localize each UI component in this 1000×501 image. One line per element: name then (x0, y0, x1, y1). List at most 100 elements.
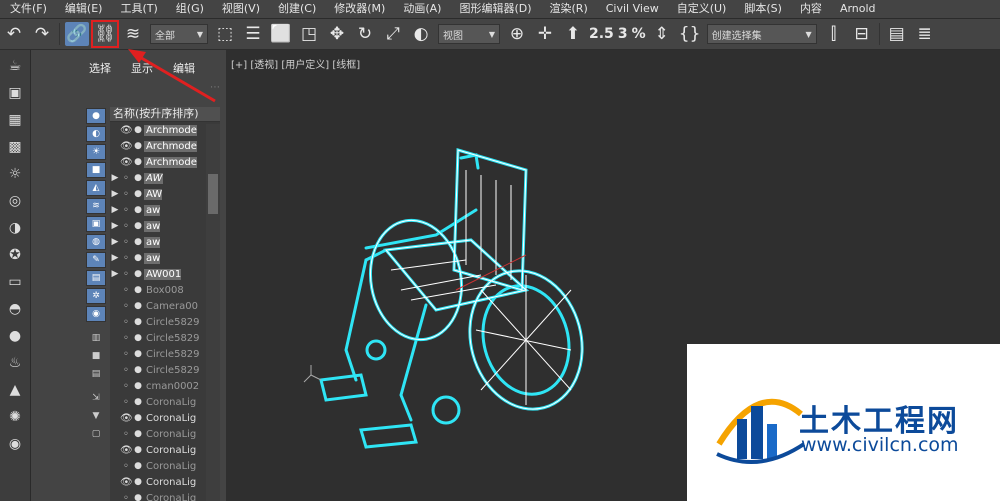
scene-object-row[interactable]: ◦ ● Camera00 (110, 298, 220, 314)
menu-create[interactable]: 创建(C) (268, 0, 324, 18)
visibility-filter-icon[interactable]: ◉ (86, 306, 106, 322)
bulb-icon[interactable]: ♨ (4, 352, 26, 374)
spacewarp-filter-icon[interactable]: ≋ (86, 198, 106, 214)
freeze-dot-icon[interactable]: ● (132, 397, 144, 407)
scene-object-row[interactable]: 👁 ● Archmode (110, 154, 220, 170)
edit-named-selection-icon[interactable]: {} (678, 22, 702, 46)
link-icon[interactable]: 🔗 (65, 22, 89, 46)
render-frame-icon[interactable]: ▣ (4, 82, 26, 104)
expand-arrow-icon[interactable]: ▶ (110, 269, 120, 279)
scene-object-row[interactable]: 👁 ● Archmode (110, 122, 220, 138)
rectangular-selection-icon[interactable]: ⬜ (269, 22, 293, 46)
eye-icon[interactable]: 👁 (120, 125, 133, 136)
freeze-dot-icon[interactable]: ● (132, 285, 144, 295)
group-filter-icon[interactable]: ▣ (86, 216, 106, 232)
light-icon[interactable]: ☼ (4, 163, 26, 185)
particle-filter-icon[interactable]: ✲ (86, 288, 106, 304)
menu-civil-view[interactable]: Civil View (596, 0, 667, 18)
container-filter-icon[interactable]: ▤ (86, 270, 106, 286)
page-icon[interactable]: ▤ (86, 366, 106, 382)
scene-object-row[interactable]: ▶ ◦ ● AW001 (110, 266, 220, 282)
menu-content[interactable]: 内容 (790, 0, 830, 18)
calculator-icon[interactable]: ▦ (4, 109, 26, 131)
rotate-icon[interactable]: ↻ (353, 22, 377, 46)
scene-object-row[interactable]: ▶ ◦ ● aw (110, 202, 220, 218)
scene-object-row[interactable]: ◦ ● cman0002 (110, 378, 220, 394)
tab-display[interactable]: 显示 (131, 60, 153, 76)
scene-object-row[interactable]: 👁 ● CoronaLig (110, 410, 220, 426)
freeze-dot-icon[interactable]: ● (132, 381, 144, 391)
eye-hidden-icon[interactable]: ◦ (120, 317, 132, 328)
select-object-icon[interactable]: ⬚ (213, 22, 237, 46)
eye-hidden-icon[interactable]: ◦ (120, 173, 132, 184)
eye-icon[interactable]: 👁 (120, 141, 133, 152)
sphere-light-icon[interactable]: ● (4, 325, 26, 347)
freeze-dot-icon[interactable]: ● (132, 493, 144, 501)
spot-light-icon[interactable]: ▲ (4, 379, 26, 401)
scene-object-row[interactable]: ◦ ● Circle5829 (110, 330, 220, 346)
scene-object-row[interactable]: ◦ ● CoronaLig (110, 426, 220, 442)
eye-icon[interactable]: 👁 (120, 445, 133, 456)
move-icon[interactable]: ✥ (325, 22, 349, 46)
eye-hidden-icon[interactable]: ◦ (120, 333, 132, 344)
plane-light-icon[interactable]: ▭ (4, 271, 26, 293)
freeze-dot-icon[interactable]: ● (132, 461, 144, 471)
eye-hidden-icon[interactable]: ◦ (120, 221, 132, 232)
window-crossing-icon[interactable]: ◳ (297, 22, 321, 46)
menu-customize[interactable]: 自定义(U) (667, 0, 735, 18)
select-place-icon[interactable]: ◐ (409, 22, 433, 46)
helper-filter-icon[interactable]: ◭ (86, 180, 106, 196)
scene-object-row[interactable]: ◦ ● Circle5829 (110, 314, 220, 330)
snap-toggle-icon[interactable]: 2.5 (589, 22, 614, 46)
spacewarp-icon[interactable]: ✪ (4, 244, 26, 266)
freeze-dot-icon[interactable]: ● (132, 301, 144, 311)
menu-tools[interactable]: 工具(T) (110, 0, 165, 18)
panel-grip-icon[interactable]: ⋯ (210, 82, 220, 93)
eye-hidden-icon[interactable]: ◦ (120, 381, 132, 392)
freeze-dot-icon[interactable]: ● (132, 205, 144, 215)
funnel-icon[interactable]: ▼ (86, 408, 106, 424)
expand-arrow-icon[interactable]: ▶ (110, 205, 120, 215)
freeze-dot-icon[interactable]: ● (132, 237, 144, 247)
select-by-name-icon[interactable]: ☰ (241, 22, 265, 46)
menu-arnold[interactable]: Arnold (830, 0, 884, 18)
freeze-dot-icon[interactable]: ● (132, 173, 144, 183)
scene-object-row[interactable]: ▶ ◦ ● AW (110, 170, 220, 186)
scene-object-row[interactable]: ◦ ● Circle5829 (110, 346, 220, 362)
freeze-dot-icon[interactable]: ● (132, 333, 144, 343)
eye-hidden-icon[interactable]: ◦ (120, 285, 132, 296)
dome-light-icon[interactable]: ◓ (4, 298, 26, 320)
eye-hidden-icon[interactable]: ◦ (120, 397, 132, 408)
scene-object-row[interactable]: 👁 ● Archmode (110, 138, 220, 154)
tab-select[interactable]: 选择 (89, 60, 111, 76)
menu-file[interactable]: 文件(F) (0, 0, 55, 18)
menu-edit[interactable]: 编辑(E) (55, 0, 111, 18)
menu-graph-editors[interactable]: 图形编辑器(D) (449, 0, 539, 18)
freeze-dot-icon[interactable]: ● (132, 157, 144, 167)
eye-hidden-icon[interactable]: ◦ (120, 205, 132, 216)
layer-explorer-icon[interactable]: ≣ (913, 22, 937, 46)
eye-icon[interactable]: 👁 (120, 413, 133, 424)
percent-snap-icon[interactable]: % (632, 22, 646, 46)
menu-modifiers[interactable]: 修改器(M) (324, 0, 393, 18)
mirror-icon[interactable]: ⫿ (822, 22, 846, 46)
helper-icon[interactable]: ◑ (4, 217, 26, 239)
square-icon[interactable]: ■ (86, 348, 106, 364)
scene-object-row[interactable]: ◦ ● CoronaLig (110, 394, 220, 410)
freeze-dot-icon[interactable]: ● (132, 253, 144, 263)
bone-filter-icon[interactable]: ✎ (86, 252, 106, 268)
scene-explorer-icon[interactable]: ▤ (885, 22, 909, 46)
tab-edit[interactable]: 编辑 (173, 60, 195, 76)
teapot-icon[interactable]: ☕ (4, 55, 26, 77)
eye-hidden-icon[interactable]: ◦ (120, 429, 132, 440)
geometry-filter-icon[interactable]: ● (86, 108, 106, 124)
freeze-dot-icon[interactable]: ● (132, 269, 144, 279)
scene-object-row[interactable]: ▶ ◦ ● aw (110, 218, 220, 234)
menu-animation[interactable]: 动画(A) (393, 0, 449, 18)
scene-object-row[interactable]: 👁 ● CoronaLig (110, 442, 220, 458)
scene-object-row[interactable]: ◦ ● Circle5829 (110, 362, 220, 378)
menu-group[interactable]: 组(G) (166, 0, 212, 18)
eye-hidden-icon[interactable]: ◦ (120, 189, 132, 200)
expand-arrow-icon[interactable]: ▶ (110, 237, 120, 247)
eye-hidden-icon[interactable]: ◦ (120, 237, 132, 248)
